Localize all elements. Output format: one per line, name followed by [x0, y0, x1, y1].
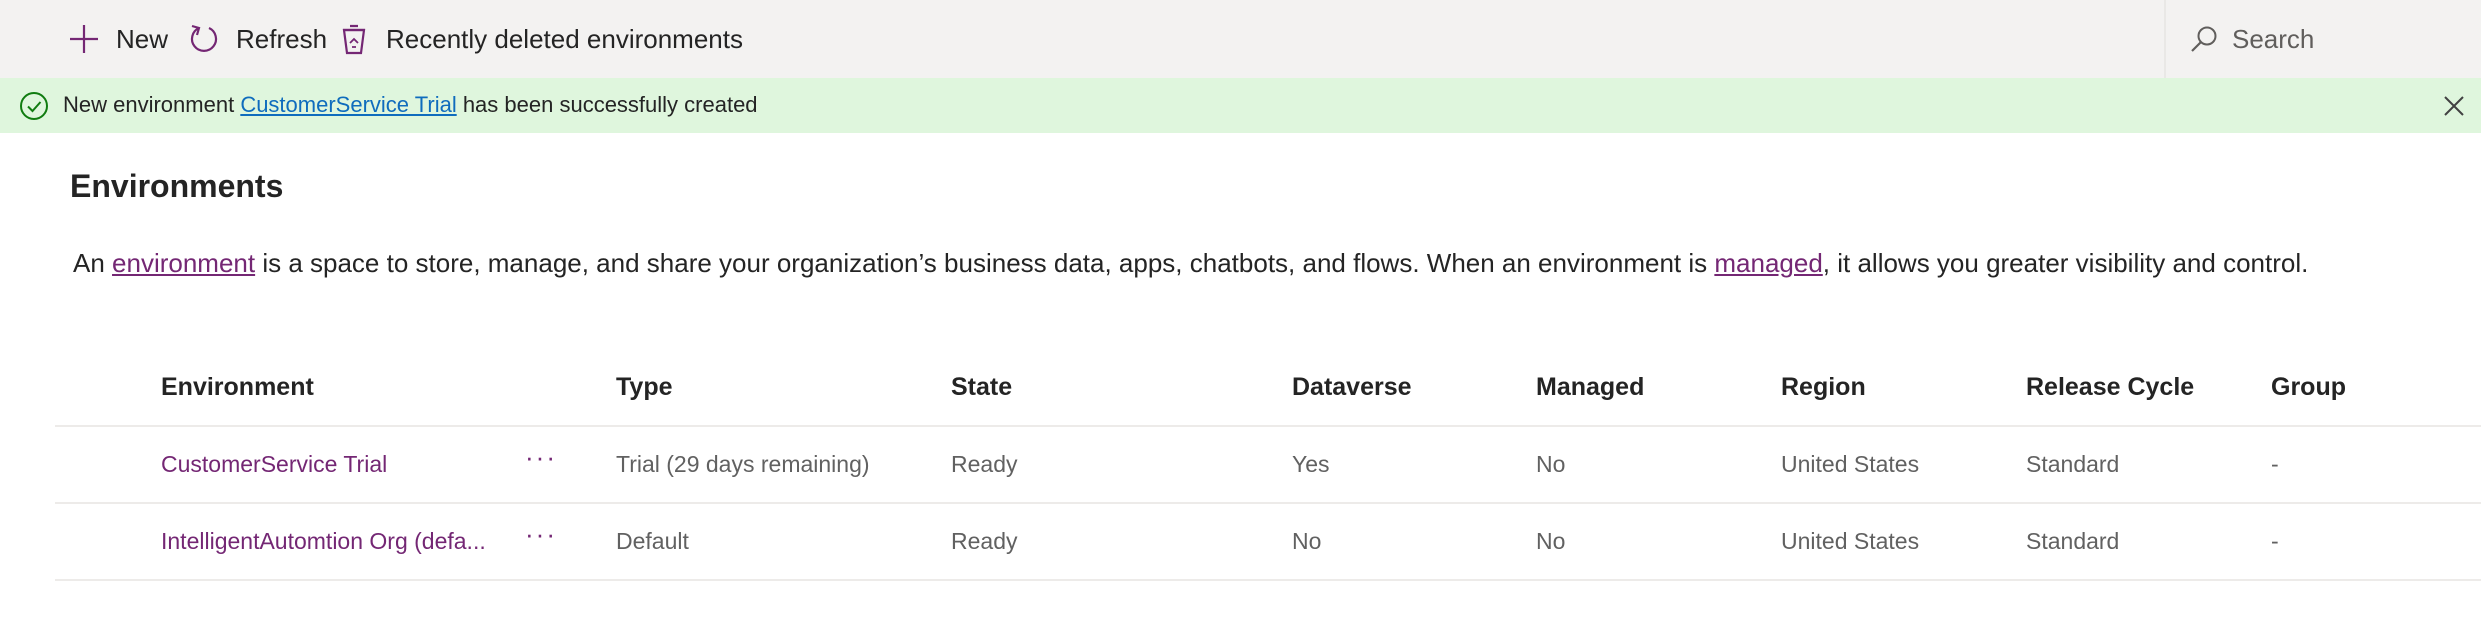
new-label: New: [116, 23, 169, 54]
environment-name-link[interactable]: CustomerService Trial: [161, 427, 387, 502]
close-icon[interactable]: [2440, 92, 2468, 120]
recycle-bin-icon: [334, 19, 374, 59]
new-button[interactable]: New: [64, 0, 168, 78]
search-icon: [2186, 21, 2222, 57]
description-text-3: , it allows you greater visibility and c…: [1822, 248, 2309, 278]
banner-suffix: has been successfully created: [456, 92, 758, 117]
table-row[interactable]: CustomerService Trial ··· Trial (29 days…: [55, 427, 2481, 504]
refresh-label: Refresh: [236, 23, 328, 54]
state-cell: Ready: [951, 528, 1018, 554]
more-options-icon[interactable]: ···: [525, 427, 557, 502]
description-text-1: An: [73, 248, 113, 278]
table-header: Environment Type State Dataverse Managed…: [55, 350, 2481, 427]
recently-deleted-button[interactable]: Recently deleted environments: [334, 0, 743, 78]
refresh-icon: [184, 19, 224, 59]
column-header-type[interactable]: Type: [616, 350, 673, 425]
recently-deleted-label: Recently deleted environments: [386, 23, 743, 54]
region-cell: United States: [1781, 451, 1920, 477]
description-text-2: is a space to store, manage, and share y…: [255, 248, 1715, 278]
checkmark-circle-icon: [20, 92, 48, 120]
search-input[interactable]: Search: [2164, 0, 2481, 78]
release-cycle-cell: Standard: [2026, 451, 2120, 477]
state-cell: Ready: [951, 451, 1018, 477]
success-banner: New environment CustomerService Trial ha…: [0, 78, 2481, 133]
group-cell: -: [2271, 528, 2279, 554]
environment-help-link[interactable]: environment: [112, 248, 255, 278]
banner-prefix: New environment: [63, 92, 241, 117]
page-description: An environment is a space to store, mana…: [73, 248, 2308, 279]
type-cell: Trial (29 days remaining): [616, 451, 870, 477]
search-placeholder: Search: [2232, 23, 2315, 54]
column-header-state[interactable]: State: [951, 350, 1012, 425]
release-cycle-cell: Standard: [2026, 528, 2120, 554]
column-header-dataverse[interactable]: Dataverse: [1292, 350, 1412, 425]
environment-name-link[interactable]: IntelligentAutomtion Org (defa...: [161, 504, 486, 579]
column-header-group[interactable]: Group: [2271, 350, 2346, 425]
add-icon: [64, 19, 104, 59]
managed-cell: No: [1536, 451, 1566, 477]
column-header-region[interactable]: Region: [1781, 350, 1866, 425]
table-row[interactable]: IntelligentAutomtion Org (defa... ··· De…: [55, 504, 2481, 581]
group-cell: -: [2271, 451, 2279, 477]
column-header-environment[interactable]: Environment: [161, 350, 314, 425]
column-header-release-cycle[interactable]: Release Cycle: [2026, 350, 2194, 425]
dataverse-cell: No: [1292, 528, 1322, 554]
column-header-managed[interactable]: Managed: [1536, 350, 1644, 425]
region-cell: United States: [1781, 528, 1920, 554]
dataverse-cell: Yes: [1292, 451, 1330, 477]
refresh-button[interactable]: Refresh: [184, 0, 327, 78]
more-options-icon[interactable]: ···: [525, 504, 557, 579]
command-bar: New Refresh Recently deleted environment…: [0, 0, 2481, 78]
environments-table: Environment Type State Dataverse Managed…: [55, 350, 2481, 581]
managed-cell: No: [1536, 528, 1566, 554]
page-title: Environments: [70, 168, 284, 204]
banner-environment-link[interactable]: CustomerService Trial: [240, 92, 456, 117]
type-cell: Default: [616, 528, 689, 554]
managed-help-link[interactable]: managed: [1714, 248, 1822, 278]
banner-message: New environment CustomerService Trial ha…: [63, 92, 758, 118]
